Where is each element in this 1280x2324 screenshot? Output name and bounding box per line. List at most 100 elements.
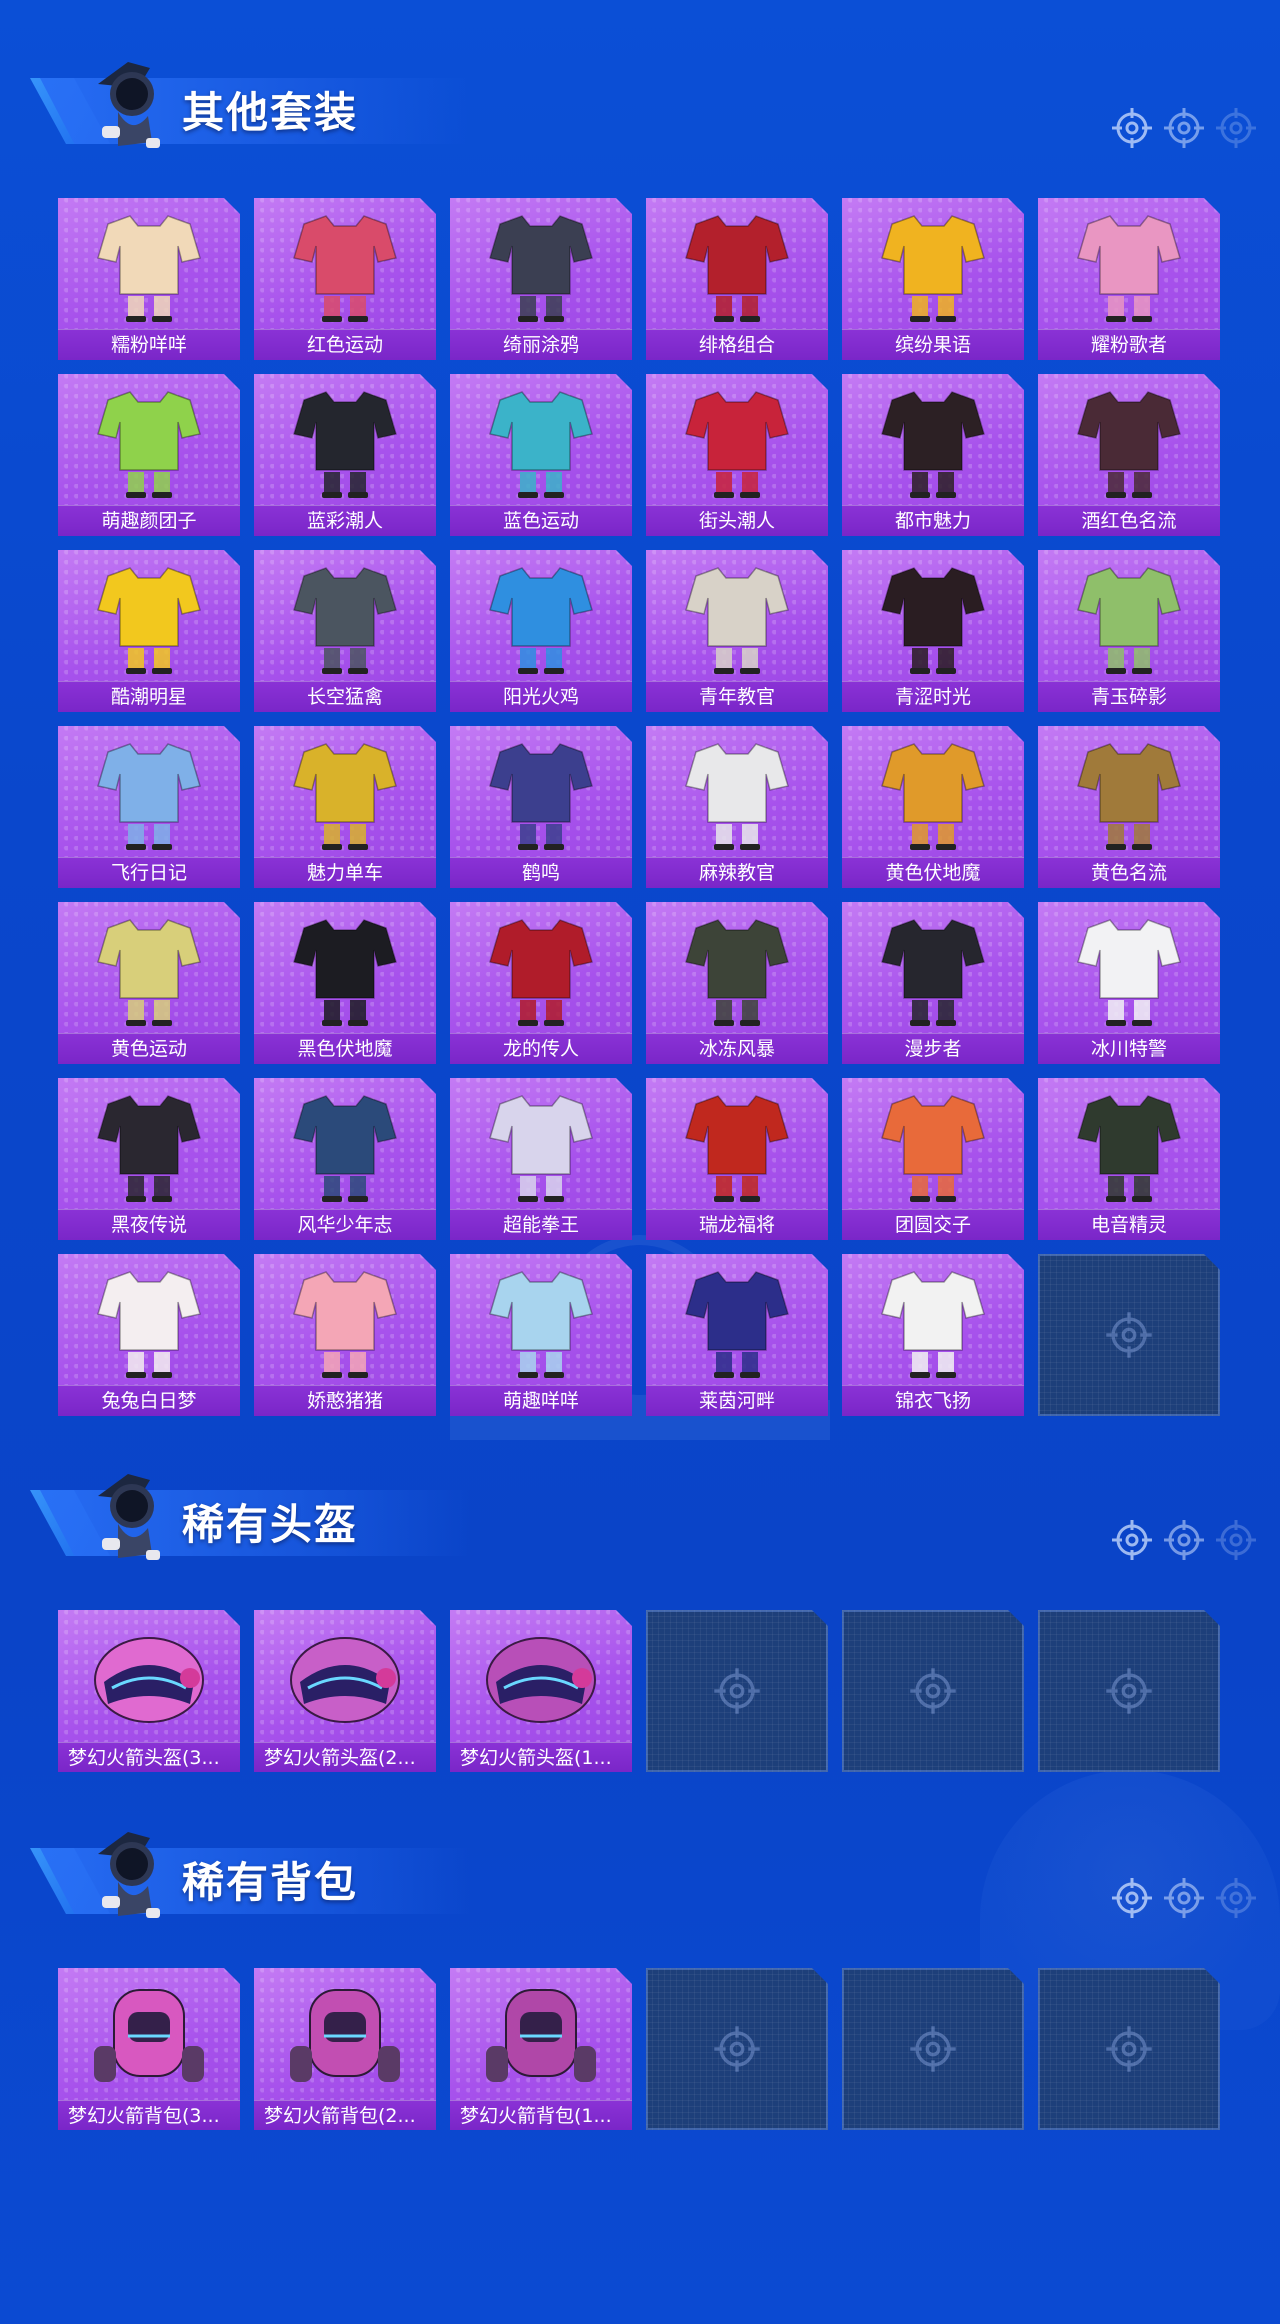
- item-card[interactable]: 超能拳王: [450, 1078, 632, 1240]
- item-card[interactable]: 绮丽涂鸦: [450, 198, 632, 360]
- item-card[interactable]: 阳光火鸡: [450, 550, 632, 712]
- item-card[interactable]: 兔兔白日梦: [58, 1254, 240, 1416]
- item-card[interactable]: 红色运动: [254, 198, 436, 360]
- item-card[interactable]: 长空猛禽: [254, 550, 436, 712]
- item-card[interactable]: 黄色名流: [1038, 726, 1220, 888]
- empty-slot: [842, 1610, 1024, 1772]
- item-card[interactable]: 冰冻风暴: [646, 902, 828, 1064]
- empty-slot: [646, 1968, 828, 2130]
- item-card[interactable]: 冰川特警: [1038, 902, 1220, 1064]
- outfit-icon: [1058, 734, 1200, 852]
- crosshair-decoration: [1110, 1876, 1256, 1920]
- item-card[interactable]: 都市魅力: [842, 374, 1024, 536]
- item-card[interactable]: 蓝彩潮人: [254, 374, 436, 536]
- item-card[interactable]: 鹤鸣: [450, 726, 632, 888]
- outfit-icon: [78, 1262, 220, 1380]
- item-label: 锦衣飞扬: [842, 1385, 1024, 1416]
- item-label: 超能拳王: [450, 1209, 632, 1240]
- outfit-icon: [666, 558, 808, 676]
- outfit-icon: [862, 910, 1004, 1028]
- helmet-icon: [78, 1618, 220, 1736]
- item-label: 缤纷果语: [842, 329, 1024, 360]
- item-label: 萌趣咩咩: [450, 1385, 632, 1416]
- item-label: 梦幻火箭背包(2...: [254, 2100, 436, 2130]
- item-card[interactable]: 瑞龙福将: [646, 1078, 828, 1240]
- item-card[interactable]: 青年教官: [646, 550, 828, 712]
- outfit-icon: [470, 910, 612, 1028]
- item-card[interactable]: 漫步者: [842, 902, 1024, 1064]
- mascot-icon: [88, 1824, 164, 1924]
- outfit-icon: [470, 1262, 612, 1380]
- item-card[interactable]: 缤纷果语: [842, 198, 1024, 360]
- item-card[interactable]: 黑色伏地魔: [254, 902, 436, 1064]
- item-label: 青玉碎影: [1038, 681, 1220, 712]
- outfit-icon: [862, 734, 1004, 852]
- item-card[interactable]: 梦幻火箭头盔(2...: [254, 1610, 436, 1772]
- outfit-icon: [862, 382, 1004, 500]
- outfit-icon: [274, 206, 416, 324]
- item-card[interactable]: 梦幻火箭背包(3...: [58, 1968, 240, 2130]
- outfit-icon: [1058, 382, 1200, 500]
- item-label: 绯格组合: [646, 329, 828, 360]
- item-card[interactable]: 麻辣教官: [646, 726, 828, 888]
- outfit-icon: [862, 1262, 1004, 1380]
- item-card[interactable]: 梦幻火箭头盔(1...: [450, 1610, 632, 1772]
- item-label: 飞行日记: [58, 857, 240, 888]
- empty-slot: [1038, 1610, 1220, 1772]
- item-card[interactable]: 绯格组合: [646, 198, 828, 360]
- item-card[interactable]: 黄色运动: [58, 902, 240, 1064]
- item-card[interactable]: 娇憨猪猪: [254, 1254, 436, 1416]
- outfit-icon: [274, 1086, 416, 1204]
- item-label: 梦幻火箭背包(3...: [58, 2100, 240, 2130]
- item-card[interactable]: 青玉碎影: [1038, 550, 1220, 712]
- item-card[interactable]: 梦幻火箭头盔(3...: [58, 1610, 240, 1772]
- outfit-icon: [274, 734, 416, 852]
- outfit-icon: [274, 1262, 416, 1380]
- outfit-icon: [862, 206, 1004, 324]
- outfit-icon: [1058, 206, 1200, 324]
- item-card[interactable]: 黑夜传说: [58, 1078, 240, 1240]
- outfit-icon: [78, 382, 220, 500]
- item-card[interactable]: 锦衣飞扬: [842, 1254, 1024, 1416]
- item-label: 梦幻火箭头盔(3...: [58, 1742, 240, 1772]
- outfit-icon: [666, 734, 808, 852]
- item-label: 鹤鸣: [450, 857, 632, 888]
- item-card[interactable]: 莱茵河畔: [646, 1254, 828, 1416]
- item-label: 冰冻风暴: [646, 1033, 828, 1064]
- item-card[interactable]: 耀粉歌者: [1038, 198, 1220, 360]
- item-card[interactable]: 萌趣颜团子: [58, 374, 240, 536]
- section-title: 稀有头盔: [182, 1500, 359, 1549]
- item-card[interactable]: 梦幻火箭背包(2...: [254, 1968, 436, 2130]
- item-card[interactable]: 蓝色运动: [450, 374, 632, 536]
- item-card[interactable]: 龙的传人: [450, 902, 632, 1064]
- crosshair-decoration: [1110, 106, 1256, 150]
- empty-slot: [1038, 1968, 1220, 2130]
- outfit-icon: [1058, 558, 1200, 676]
- outfit-icon: [78, 734, 220, 852]
- item-label: 长空猛禽: [254, 681, 436, 712]
- item-card[interactable]: 电音精灵: [1038, 1078, 1220, 1240]
- item-label: 兔兔白日梦: [58, 1385, 240, 1416]
- outfit-icon: [78, 1086, 220, 1204]
- item-card[interactable]: 团圆交子: [842, 1078, 1024, 1240]
- item-card[interactable]: 飞行日记: [58, 726, 240, 888]
- item-label: 魅力单车: [254, 857, 436, 888]
- item-label: 阳光火鸡: [450, 681, 632, 712]
- item-card[interactable]: 青涩时光: [842, 550, 1024, 712]
- item-card[interactable]: 梦幻火箭背包(1...: [450, 1968, 632, 2130]
- item-label: 龙的传人: [450, 1033, 632, 1064]
- item-card[interactable]: 酒红色名流: [1038, 374, 1220, 536]
- item-card[interactable]: 魅力单车: [254, 726, 436, 888]
- item-card[interactable]: 风华少年志: [254, 1078, 436, 1240]
- item-card[interactable]: 萌趣咩咩: [450, 1254, 632, 1416]
- mascot-icon: [88, 1466, 164, 1566]
- item-card[interactable]: 糯粉咩咩: [58, 198, 240, 360]
- item-label: 红色运动: [254, 329, 436, 360]
- item-card[interactable]: 街头潮人: [646, 374, 828, 536]
- item-label: 梦幻火箭头盔(2...: [254, 1742, 436, 1772]
- section-title: 其他套装: [182, 88, 359, 137]
- item-card[interactable]: 黄色伏地魔: [842, 726, 1024, 888]
- backpack-icon: [274, 1976, 416, 2094]
- item-label: 冰川特警: [1038, 1033, 1220, 1064]
- item-card[interactable]: 酷潮明星: [58, 550, 240, 712]
